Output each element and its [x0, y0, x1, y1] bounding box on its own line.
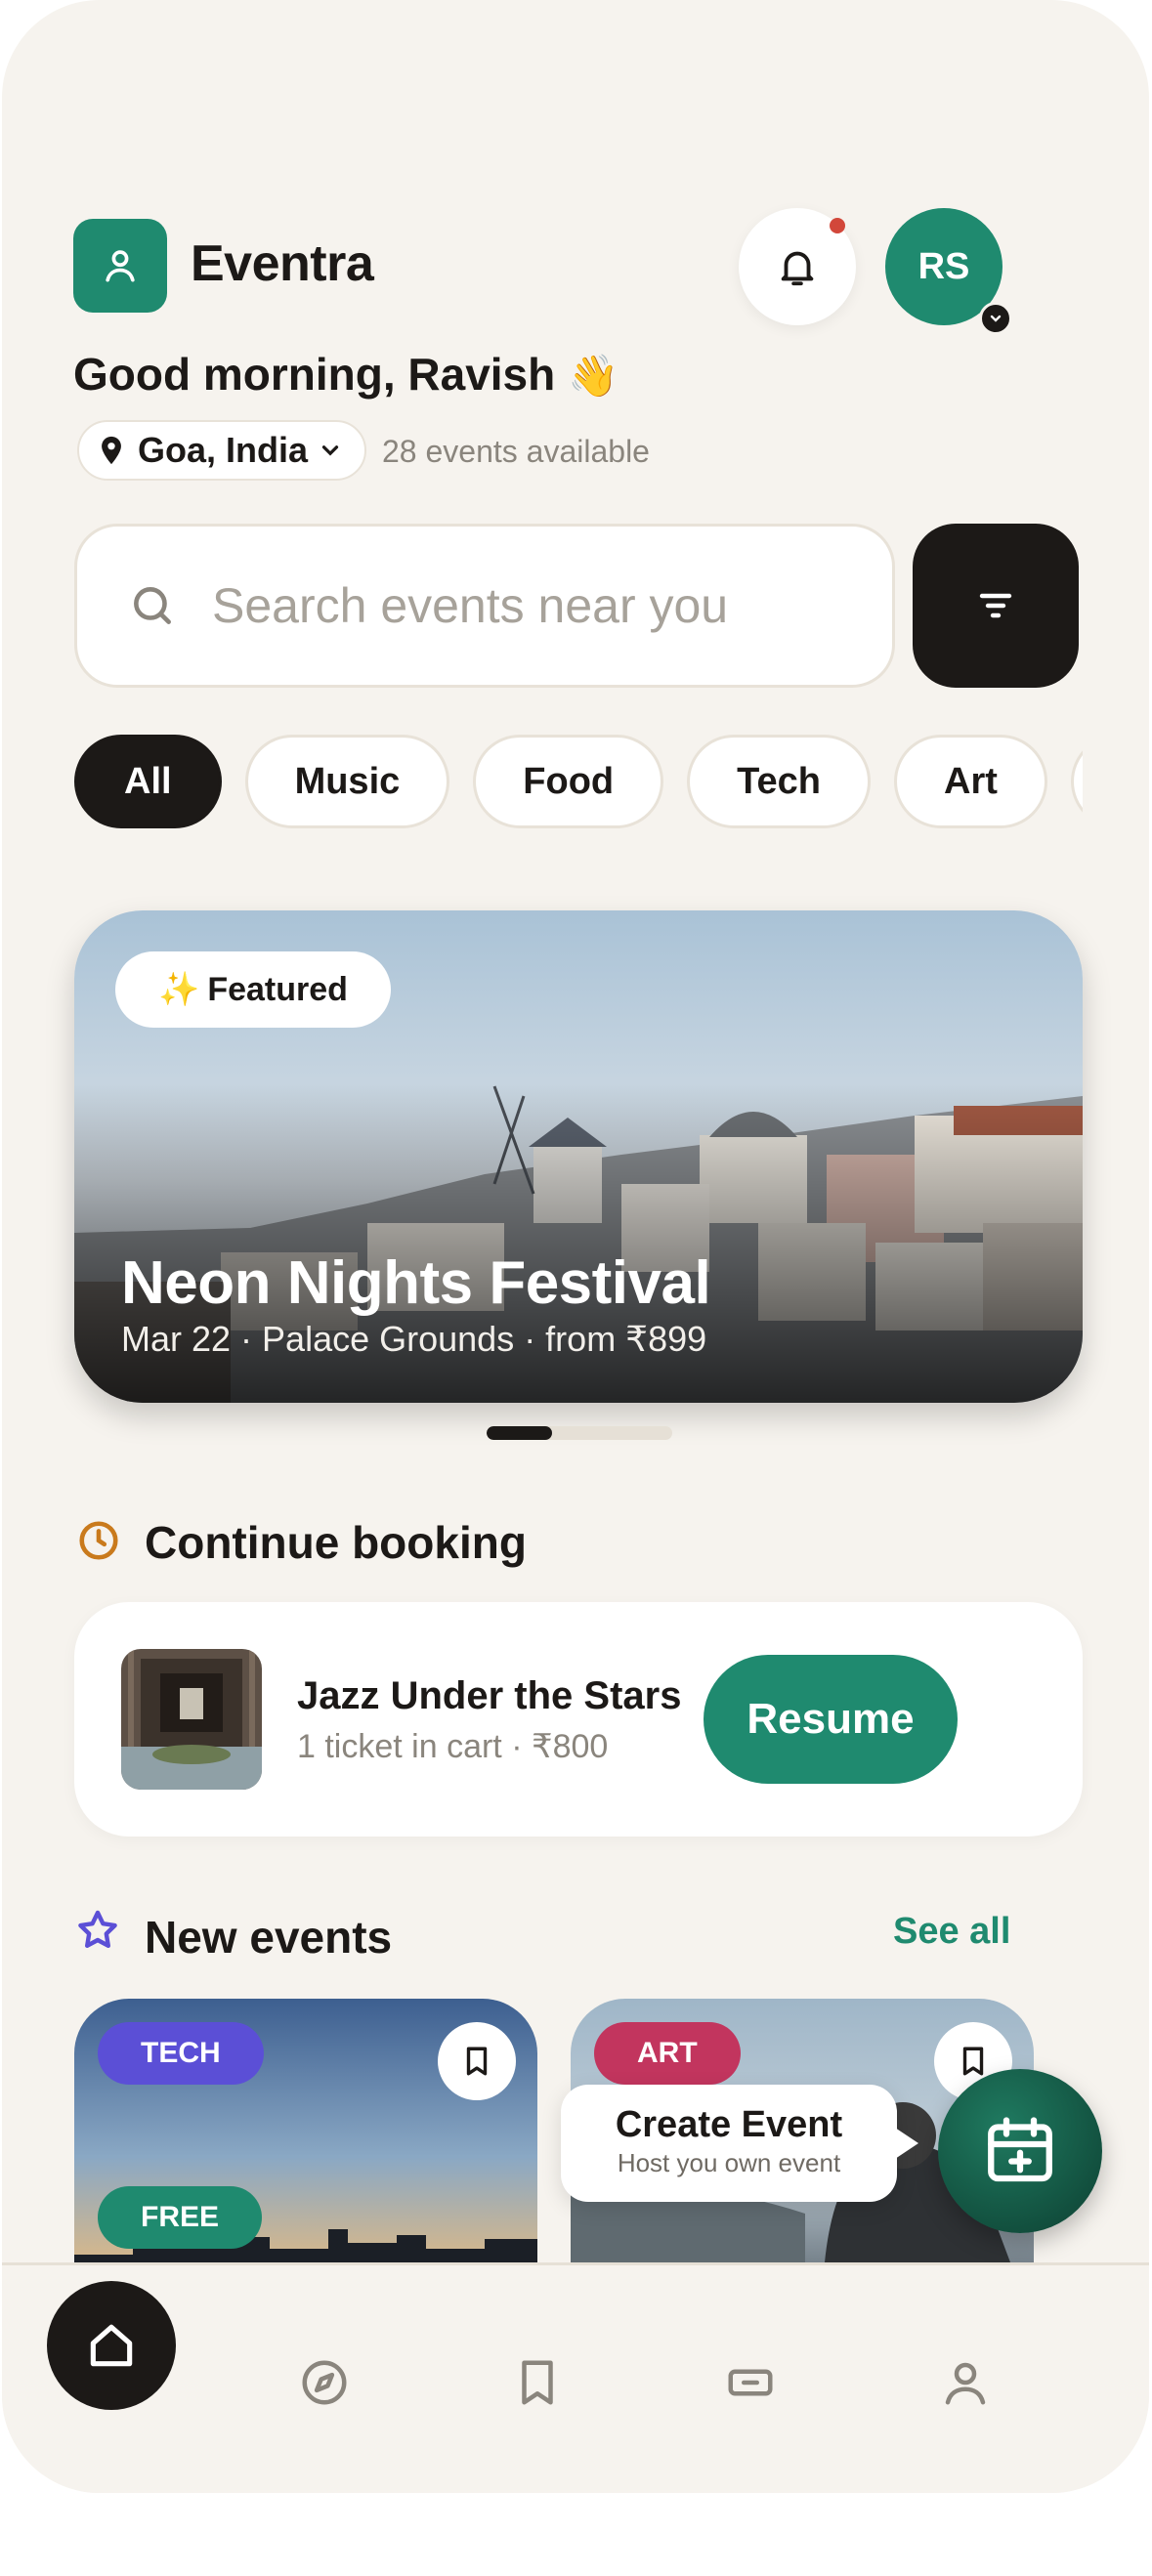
bottom-tab-bar [2, 2262, 1149, 2493]
search-input[interactable]: Search events near you [74, 524, 895, 688]
category-chips: All Music Food Tech Art [74, 735, 1083, 832]
events-count: 28 events available [382, 434, 650, 469]
tab-explore[interactable] [285, 2344, 363, 2422]
bookmark-icon [522, 2360, 553, 2405]
category-tag: TECH [98, 2022, 264, 2085]
featured-badge-label: Featured [207, 970, 348, 1008]
create-event-subtitle: Host you own event [617, 2148, 841, 2177]
calendar-plus-icon [988, 2117, 1052, 2182]
chip-more[interactable] [1070, 735, 1083, 828]
event-card-tech[interactable]: TECH FREE [74, 1999, 537, 2262]
wave-emoji: 👋 [568, 353, 619, 399]
bell-icon [781, 251, 814, 286]
profile-icon [945, 2362, 986, 2405]
category-tag: ART [594, 2022, 741, 2085]
greeting-text: Good morning, Ravish [73, 349, 556, 400]
booking-event-name: Jazz Under the Stars [297, 1674, 682, 1717]
see-all-link[interactable]: See all [893, 1911, 1010, 1953]
clock-icon [79, 1521, 118, 1560]
filter-button[interactable] [913, 524, 1079, 688]
carousel-indicator [487, 1426, 672, 1440]
ticket-icon [728, 2369, 773, 2396]
notification-dot [830, 218, 845, 233]
booking-meta: 1 ticket in cart · ₹800 [297, 1728, 609, 1765]
sparkle-icon: ✨ [158, 971, 200, 1008]
star-icon [78, 1910, 117, 1948]
tab-home[interactable] [47, 2281, 176, 2410]
logo-icon [73, 219, 167, 313]
continue-booking-title: Continue booking [145, 1517, 527, 1568]
location-selector[interactable]: Goa, India [77, 420, 367, 481]
resume-button[interactable]: Resume [704, 1655, 958, 1784]
compass-icon [302, 2360, 347, 2405]
bookmark-button[interactable] [438, 2022, 516, 2100]
tab-tickets[interactable] [711, 2344, 789, 2422]
search-icon [134, 587, 171, 624]
featured-title: Neon Nights Festival [121, 1249, 711, 1317]
avatar-initials: RS [917, 245, 970, 287]
featured-event-card[interactable]: ✨ Featured Neon Nights Festival Mar 22 · … [74, 910, 1083, 1403]
create-event-title: Create Event [615, 2104, 843, 2145]
home-icon [90, 2324, 133, 2367]
chip-music[interactable]: Music [244, 735, 450, 828]
create-event-tooltip: Create Event Host you own event [561, 2085, 918, 2202]
chip-tech[interactable]: Tech [687, 735, 871, 828]
chip-all[interactable]: All [74, 735, 222, 828]
bookmark-icon [962, 2047, 984, 2076]
search-placeholder: Search events near you [212, 578, 729, 633]
location-pin-icon [102, 436, 121, 465]
new-events-title: New events [145, 1912, 393, 1963]
app-name: Eventra [191, 235, 374, 292]
greeting: Good morning, Ravish 👋 [73, 348, 619, 401]
price-tag: FREE [98, 2186, 263, 2249]
bookmark-icon [466, 2047, 488, 2076]
chevron-down-icon[interactable] [979, 302, 1012, 335]
featured-badge: ✨ Featured [115, 951, 391, 1028]
phone-screen: Eventra RS Good morning, Ravish 👋 Goa, I… [2, 0, 1149, 2493]
jazz-event-thumbnail [121, 1649, 262, 1790]
featured-subtitle: Mar 22 · Palace Grounds · from ₹899 [121, 1319, 707, 1359]
create-event-button[interactable] [938, 2069, 1102, 2233]
tab-profile[interactable] [926, 2344, 1004, 2422]
chevron-down-icon [321, 445, 339, 456]
carousel-indicator-active [487, 1426, 552, 1440]
location-label: Goa, India [138, 430, 309, 470]
chip-art[interactable]: Art [894, 735, 1047, 828]
filter-icon [979, 593, 1012, 618]
continue-booking-card[interactable]: Jazz Under the Stars 1 ticket in cart · … [74, 1602, 1083, 1837]
tab-saved[interactable] [498, 2344, 576, 2422]
chip-food[interactable]: Food [473, 735, 664, 828]
